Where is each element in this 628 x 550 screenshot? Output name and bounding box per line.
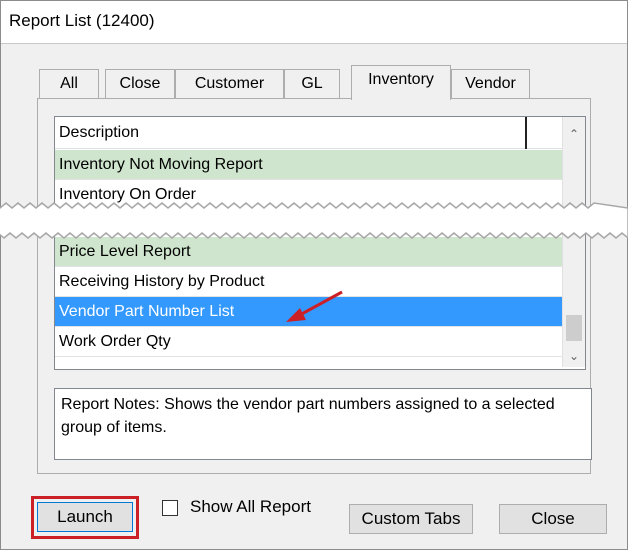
custom-tabs-button[interactable]: Custom Tabs (349, 504, 473, 534)
close-button[interactable]: Close (499, 504, 607, 534)
launch-button[interactable]: Launch (37, 502, 133, 532)
report-notes: Report Notes: Shows the vendor part numb… (54, 388, 592, 460)
show-all-checkbox[interactable] (162, 500, 178, 516)
show-all-label[interactable]: Show All Report (190, 497, 311, 517)
annotation-arrow-icon (286, 290, 343, 322)
tab-inventory[interactable]: Inventory (351, 65, 451, 100)
